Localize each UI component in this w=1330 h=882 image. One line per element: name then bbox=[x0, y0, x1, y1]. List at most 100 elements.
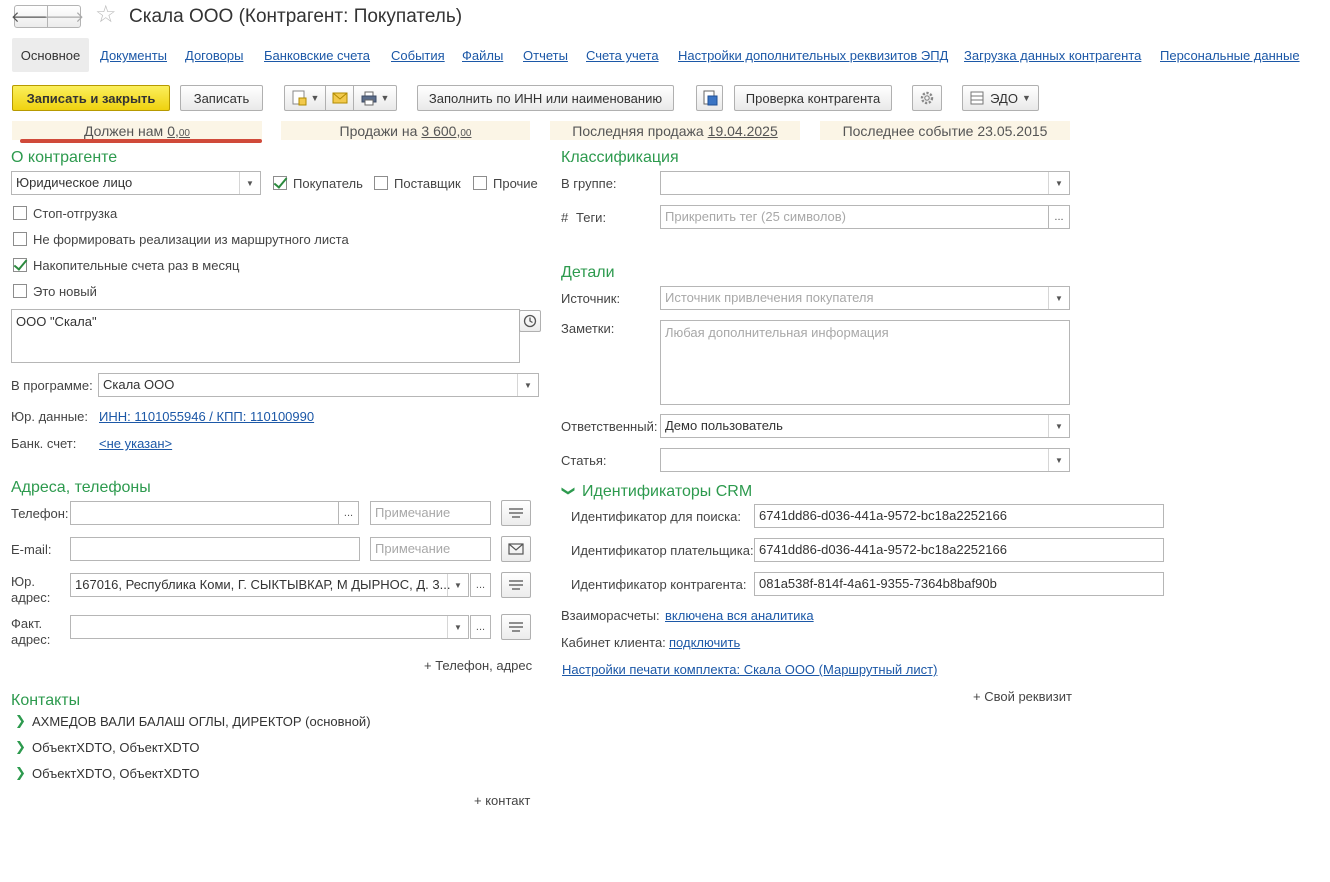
fact-address-label-2: адрес: bbox=[11, 632, 51, 647]
tab-main[interactable]: Основное bbox=[12, 38, 89, 72]
supplier-checkbox[interactable] bbox=[374, 176, 388, 190]
tab-events[interactable]: События bbox=[391, 48, 445, 63]
legal-address-select[interactable]: 167016, Республика Коми, Г. СЫКТЫВКАР, М… bbox=[70, 573, 469, 597]
add-custom-attribute-button[interactable]: + Свой реквизит bbox=[973, 689, 1072, 704]
list-icon bbox=[509, 508, 523, 518]
fact-address-list-button[interactable] bbox=[501, 614, 531, 640]
source-select[interactable]: Источник привлечения покупателя ▼ bbox=[660, 286, 1070, 310]
phone-note-input[interactable]: Примечание bbox=[370, 501, 491, 525]
chevron-down-icon[interactable]: ▼ bbox=[447, 574, 468, 596]
tab-reports[interactable]: Отчеты bbox=[523, 48, 568, 63]
tab-bank-accounts[interactable]: Банковские счета bbox=[264, 48, 370, 63]
tags-input[interactable]: Прикрепить тег (25 символов) bbox=[660, 205, 1049, 229]
check-counterparty-button[interactable]: Проверка контрагента bbox=[734, 85, 892, 111]
buyer-checkbox[interactable] bbox=[273, 176, 287, 190]
create-based-button[interactable]: ▼ bbox=[284, 85, 326, 111]
tab-accounting[interactable]: Счета учета bbox=[586, 48, 659, 63]
collapse-crm-icon[interactable]: ❯ bbox=[560, 486, 576, 497]
notes-textarea[interactable]: Любая дополнительная информация bbox=[660, 320, 1070, 405]
tab-epd-settings[interactable]: Настройки дополнительных реквизитов ЭПД bbox=[678, 48, 948, 63]
legal-type-select[interactable]: Юридическое лицо ▼ bbox=[11, 171, 261, 195]
responsible-select[interactable]: Демо пользователь ▼ bbox=[660, 414, 1070, 438]
chevron-down-icon: ▼ bbox=[380, 93, 390, 103]
stop-shipping-checkbox[interactable] bbox=[13, 206, 27, 220]
print-button[interactable]: ▼ bbox=[353, 85, 397, 111]
full-name-value: ООО "Скала" bbox=[16, 314, 97, 329]
crm-counterparty-label: Идентификатор контрагента: bbox=[571, 577, 747, 592]
add-contact-button[interactable]: + контакт bbox=[474, 793, 530, 808]
crm-search-input[interactable]: 6741dd86-d036-441a-9572-bc18a2252166 bbox=[754, 504, 1164, 528]
tab-documents[interactable]: Документы bbox=[100, 48, 167, 63]
phone-input[interactable] bbox=[70, 501, 339, 525]
history-button[interactable] bbox=[519, 310, 541, 332]
contact-item[interactable]: ОбъектXDTO, ОбъектXDTO bbox=[32, 766, 200, 781]
bank-account-link[interactable]: <не указан> bbox=[99, 436, 172, 451]
save-button[interactable]: Записать bbox=[180, 85, 263, 111]
monthly-invoices-label: Накопительные счета раз в месяц bbox=[33, 258, 240, 273]
chevron-down-icon[interactable]: ▼ bbox=[1048, 172, 1069, 194]
last-sale-date[interactable]: 19.04.2025 bbox=[708, 123, 778, 139]
chevron-right-icon[interactable]: ❯ bbox=[15, 739, 26, 755]
settings-button[interactable] bbox=[912, 85, 942, 111]
chevron-down-icon[interactable]: ▼ bbox=[1048, 287, 1069, 309]
hash-icon: # bbox=[561, 210, 569, 225]
cabinet-link[interactable]: подключить bbox=[669, 635, 740, 650]
chevron-down-icon[interactable]: ▼ bbox=[517, 374, 538, 396]
in-program-select[interactable]: Скала ООО ▼ bbox=[98, 373, 539, 397]
chevron-down-icon: ▼ bbox=[1021, 93, 1031, 103]
email-input[interactable] bbox=[70, 537, 360, 561]
debt-value[interactable]: 0,00 bbox=[167, 123, 190, 139]
crm-counterparty-input[interactable]: 081a538f-814f-4a61-9355-7364b8baf90b bbox=[754, 572, 1164, 596]
print-settings-link[interactable]: Настройки печати комплекта: Скала ООО (М… bbox=[562, 662, 937, 677]
tab-contracts[interactable]: Договоры bbox=[185, 48, 243, 63]
tab-personal-data[interactable]: Персональные данные bbox=[1160, 48, 1300, 63]
phone-list-button[interactable] bbox=[501, 500, 531, 526]
add-phone-address-button[interactable]: + Телефон, адрес bbox=[424, 658, 532, 673]
no-route-sales-checkbox[interactable] bbox=[13, 232, 27, 246]
chevron-down-icon[interactable]: ▼ bbox=[1048, 449, 1069, 471]
envelope-icon bbox=[332, 92, 347, 104]
tags-placeholder: Прикрепить тег (25 символов) bbox=[665, 209, 847, 224]
chevron-down-icon[interactable]: ▼ bbox=[239, 172, 260, 194]
debt-label: Должен нам bbox=[83, 122, 164, 139]
group-select[interactable]: ▼ bbox=[660, 171, 1070, 195]
fill-by-inn-button[interactable]: Заполнить по ИНН или наименованию bbox=[417, 85, 674, 111]
section-crm: Идентификаторы CRM bbox=[582, 483, 753, 500]
other-checkbox[interactable] bbox=[473, 176, 487, 190]
crm-payer-input[interactable]: 6741dd86-d036-441a-9572-bc18a2252166 bbox=[754, 538, 1164, 562]
contact-item[interactable]: ОбъектXDTO, ОбъектXDTO bbox=[32, 740, 200, 755]
fact-address-edit-button[interactable]: ... bbox=[470, 615, 491, 639]
chevron-down-icon[interactable]: ▼ bbox=[447, 616, 468, 638]
edo-stack-icon bbox=[970, 91, 984, 105]
tags-select-button[interactable]: ... bbox=[1048, 205, 1070, 229]
forward-button[interactable]: 🡒 bbox=[43, 5, 85, 28]
scan-button[interactable] bbox=[696, 85, 723, 111]
sales-value[interactable]: 3 600,00 bbox=[421, 123, 471, 139]
save-close-button[interactable]: Записать и закрыть bbox=[12, 85, 170, 111]
arrow-right-icon: 🡒 bbox=[43, 9, 85, 26]
in-program-label: В программе: bbox=[11, 378, 93, 393]
email-send-button[interactable] bbox=[501, 536, 531, 562]
edo-button[interactable]: ЭДО ▼ bbox=[962, 85, 1039, 111]
legal-address-edit-button[interactable]: ... bbox=[470, 573, 491, 597]
full-name-textarea[interactable]: ООО "Скала" bbox=[11, 309, 520, 363]
back-button[interactable]: 🡐 bbox=[11, 5, 51, 28]
contact-item[interactable]: АХМЕДОВ ВАЛИ БАЛАШ ОГЛЫ, ДИРЕКТОР (основ… bbox=[32, 714, 371, 729]
chevron-right-icon[interactable]: ❯ bbox=[15, 713, 26, 729]
tab-data-import[interactable]: Загрузка данных контрагента bbox=[964, 48, 1141, 63]
monthly-invoices-checkbox[interactable] bbox=[13, 258, 27, 272]
email-note-input[interactable]: Примечание bbox=[370, 537, 491, 561]
fact-address-select[interactable]: ▼ bbox=[70, 615, 469, 639]
mail-button[interactable] bbox=[325, 85, 354, 111]
legal-address-list-button[interactable] bbox=[501, 572, 531, 598]
article-select[interactable]: ▼ bbox=[660, 448, 1070, 472]
legal-data-link[interactable]: ИНН: 1101055946 / КПП: 110100990 bbox=[99, 409, 314, 424]
phone-select-button[interactable]: ... bbox=[338, 501, 359, 525]
chevron-right-icon[interactable]: ❯ bbox=[15, 765, 26, 781]
settlements-link[interactable]: включена вся аналитика bbox=[665, 608, 814, 623]
star-icon[interactable]: ☆ bbox=[95, 3, 117, 27]
debt-cents: 00 bbox=[178, 127, 190, 139]
chevron-down-icon[interactable]: ▼ bbox=[1048, 415, 1069, 437]
tab-files[interactable]: Файлы bbox=[462, 48, 503, 63]
is-new-checkbox[interactable] bbox=[13, 284, 27, 298]
